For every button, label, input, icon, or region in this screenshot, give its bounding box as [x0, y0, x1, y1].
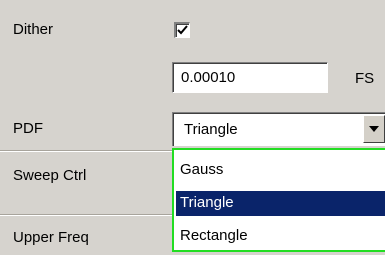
value-input[interactable]: 0.00010: [172, 62, 328, 93]
option-rectangle[interactable]: Rectangle: [176, 224, 385, 249]
sweep-ctrl-label: Sweep Ctrl: [13, 167, 87, 184]
chevron-down-icon: [369, 126, 379, 132]
value-text: 0.00010: [181, 69, 236, 86]
dither-checkbox[interactable]: [174, 22, 190, 38]
pdf-options-list: Gauss Triangle Rectangle: [172, 148, 385, 252]
dither-label: Dither: [13, 21, 54, 38]
option-triangle[interactable]: Triangle: [176, 191, 385, 216]
upper-freq-label: Upper Freq: [13, 229, 89, 246]
check-icon: [177, 25, 188, 35]
pdf-selected-value: Triangle: [184, 121, 238, 138]
value-unit: FS: [355, 70, 375, 87]
row-separator: [0, 214, 172, 216]
pdf-dropdown[interactable]: Triangle: [172, 112, 385, 146]
pdf-dropdown-button[interactable]: [363, 115, 385, 143]
pdf-label: PDF: [13, 120, 43, 137]
option-gauss[interactable]: Gauss: [176, 158, 385, 183]
row-separator: [0, 150, 172, 152]
settings-panel: Dither 0.00010 FS PDF Triangle Sweep Ctr…: [0, 0, 385, 255]
